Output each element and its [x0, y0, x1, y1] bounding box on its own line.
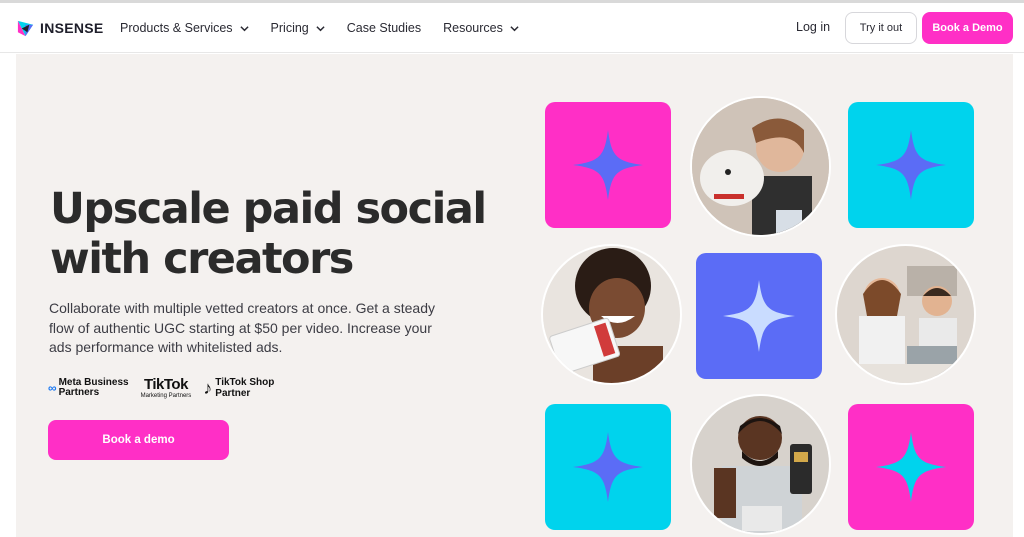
nav-pricing[interactable]: Pricing — [271, 21, 325, 35]
tiktok-marketing-partners-logo: TikTok Marketing Partners — [141, 377, 192, 400]
hero-subtitle: Collaborate with multiple vetted creator… — [49, 300, 435, 355]
sparkle-icon — [876, 432, 946, 502]
star-tile-pink — [545, 102, 671, 228]
chevron-down-icon — [239, 25, 249, 31]
tiktok-shop-partner-logo: ♪ TikTok Shop Partner — [203, 377, 274, 399]
insense-logo-icon — [17, 20, 34, 36]
logo[interactable]: INSENSE — [16, 18, 104, 38]
hero-book-demo-button[interactable]: Book a demo — [48, 420, 229, 460]
photo-placeholder — [837, 246, 974, 383]
nav-label: Case Studies — [346, 21, 422, 35]
book-demo-button[interactable]: Book a Demo — [922, 12, 1013, 44]
tts-line-1: TikTok Shop — [215, 377, 275, 388]
photo-placeholder — [692, 98, 829, 235]
hero-title-line-1: Upscale paid social — [50, 184, 487, 234]
try-it-out-button[interactable]: Try it out — [845, 12, 917, 44]
nav-label: Products & Services — [120, 21, 233, 35]
login-link[interactable]: Log in — [796, 20, 830, 34]
nav-case-studies[interactable]: Case Studies — [347, 21, 421, 35]
creator-photo-smiling-woman — [541, 244, 682, 385]
creator-photo-woman-with-dog — [690, 96, 831, 237]
star-tile-pink-bottom — [848, 404, 974, 530]
sparkle-icon — [876, 130, 946, 200]
chevron-down-icon — [510, 25, 519, 31]
nav-products-services[interactable]: Products & Services — [120, 21, 249, 35]
nav-label: Resources — [443, 21, 503, 35]
star-tile-blue — [696, 253, 822, 379]
chevron-down-icon — [316, 25, 325, 31]
partner-logos: ∞ Meta Business Partners TikTok Marketin… — [48, 374, 286, 402]
main-nav: Products & Services Pricing Case Studies… — [120, 3, 541, 53]
nav-label: Pricing — [270, 21, 309, 35]
tiktok-note-icon: ♪ — [203, 377, 213, 398]
photo-placeholder — [543, 246, 680, 383]
meta-line-2: Partners — [58, 387, 100, 398]
hero-title-line-2: with creators — [50, 234, 354, 284]
meta-business-partners-logo: ∞ Meta Business Partners — [48, 378, 129, 398]
star-tile-cyan-bottom — [545, 404, 671, 530]
tiktok-wordmark: TikTok — [143, 375, 188, 393]
logo-text: INSENSE — [40, 20, 104, 36]
meta-infinity-icon: ∞ — [48, 381, 57, 395]
photo-placeholder — [692, 396, 829, 533]
creator-photo-kids-cooking — [835, 244, 976, 385]
hero-title: Upscale paid social with creators — [50, 184, 520, 284]
tiktok-subtitle: Marketing Partners — [140, 392, 192, 399]
nav-resources[interactable]: Resources — [443, 21, 519, 35]
creator-photo-man-with-product — [690, 394, 831, 535]
tts-line-2: Partner — [215, 388, 251, 399]
sparkle-icon — [573, 130, 643, 200]
site-header: INSENSE Products & Services Pricing Case… — [0, 3, 1024, 53]
sparkle-icon — [723, 280, 795, 352]
star-tile-cyan — [848, 102, 974, 228]
sparkle-icon — [573, 432, 643, 502]
